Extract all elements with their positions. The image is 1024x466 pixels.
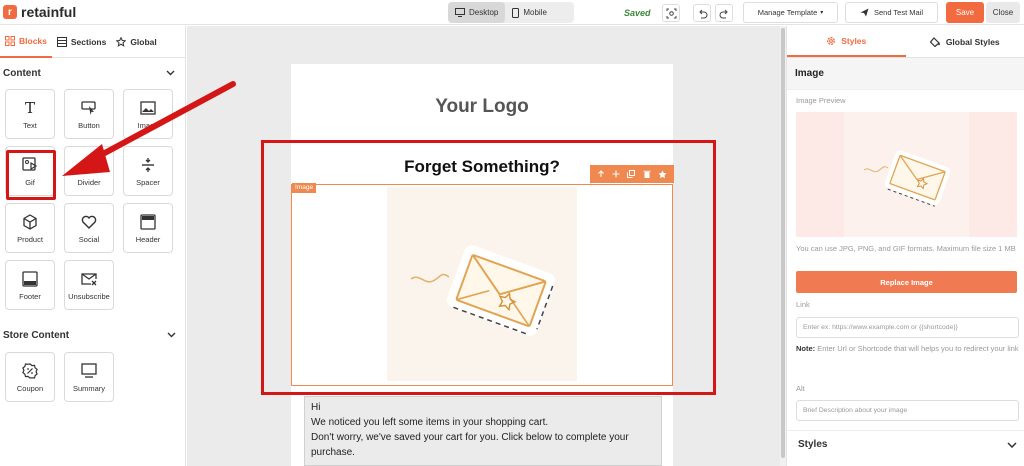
block-header-label: Header (136, 235, 161, 244)
send-test-mail-label: Send Test Mail (874, 8, 923, 17)
body-line-1: Hi (311, 400, 655, 415)
mobile-label: Mobile (523, 8, 547, 17)
tab-sections[interactable]: Sections (52, 26, 111, 58)
body-line-3: Don't worry, we've saved your cart for y… (311, 430, 655, 445)
scrollbar-thumb[interactable] (781, 28, 785, 458)
discount-badge-icon (22, 363, 38, 379)
sections-icon (57, 37, 67, 47)
redo-icon (719, 8, 730, 19)
tab-styles[interactable]: Styles (787, 26, 906, 57)
image-preview-label: Image Preview (796, 96, 846, 105)
tab-global[interactable]: Global (111, 26, 161, 58)
note-label: Note: (796, 344, 815, 353)
gear-icon (826, 36, 836, 46)
image-preview (796, 112, 1017, 237)
block-social-label: Social (79, 235, 99, 244)
footer-icon (22, 271, 38, 287)
block-coupon[interactable]: Coupon (5, 352, 55, 402)
redo-button[interactable] (715, 4, 733, 22)
mail-x-icon (81, 272, 97, 286)
desktop-button[interactable]: Desktop (448, 2, 505, 23)
left-tabs: Blocks Sections Global (0, 26, 185, 58)
envelope-thumbnail-icon (844, 112, 969, 237)
styles-accordion[interactable]: Styles (787, 430, 1024, 458)
email-body-text[interactable]: Hi We noticed you left some items in you… (304, 396, 662, 466)
top-bar: r retainful Desktop Mobile Saved Manage … (0, 0, 1024, 25)
block-product[interactable]: Product (5, 203, 55, 253)
block-product-label: Product (17, 235, 43, 244)
heart-icon (81, 215, 97, 229)
block-header[interactable]: Header (123, 203, 173, 253)
saved-status: Saved (624, 8, 651, 18)
right-panel: Styles Global Styles Image Image Preview… (786, 26, 1024, 466)
mobile-button[interactable]: Mobile (505, 2, 554, 23)
preview-button[interactable] (662, 4, 680, 22)
tab-styles-label: Styles (841, 36, 866, 46)
note-text: Enter Url or Shortcode that will helps y… (815, 344, 1018, 353)
link-note: Note: Enter Url or Shortcode that will h… (796, 343, 1020, 355)
send-test-mail-button[interactable]: Send Test Mail (845, 2, 938, 23)
manage-template-button[interactable]: Manage Template ▾ (743, 2, 838, 23)
block-unsubscribe-label: Unsubscribe (68, 292, 110, 301)
eye-scan-icon (666, 8, 677, 19)
store-content-section-header[interactable]: Store Content (0, 320, 186, 350)
block-footer[interactable]: Footer (5, 260, 55, 310)
body-line-2: We noticed you left some items in your s… (311, 415, 655, 430)
image-preview-inner (844, 112, 969, 237)
logo-text: retainful (21, 4, 76, 20)
tab-blocks[interactable]: Blocks (0, 26, 52, 58)
send-icon (860, 8, 869, 17)
manage-template-label: Manage Template (758, 8, 817, 17)
phone-icon (512, 8, 519, 18)
replace-image-button[interactable]: Replace Image (796, 271, 1017, 293)
panel-section-title: Image (787, 58, 1024, 90)
chevron-down-icon (1007, 442, 1017, 448)
styles-accordion-label: Styles (798, 439, 827, 450)
block-coupon-label: Coupon (17, 384, 43, 393)
box-icon (22, 214, 38, 230)
desktop-label: Desktop (469, 8, 498, 17)
body-line-4: purchase. (311, 445, 655, 460)
block-footer-label: Footer (19, 292, 41, 301)
annotation-arrow-icon (40, 72, 280, 202)
link-label: Link (796, 300, 810, 309)
undo-icon (697, 8, 708, 19)
block-summary[interactable]: Summary (64, 352, 114, 402)
block-social[interactable]: Social (64, 203, 114, 253)
save-button[interactable]: Save (946, 2, 984, 23)
caret-down-icon: ▾ (820, 9, 823, 16)
chevron-down-icon (167, 332, 176, 338)
close-button[interactable]: Close (986, 2, 1020, 23)
block-unsubscribe[interactable]: Unsubscribe (64, 260, 114, 310)
block-summary-label: Summary (73, 384, 105, 393)
tab-global-label: Global (130, 37, 156, 47)
star-icon (116, 37, 126, 47)
image-format-hint: You can use JPG, PNG, and GIF formats. M… (796, 243, 1020, 255)
paint-bucket-icon (930, 37, 941, 47)
tab-global-styles[interactable]: Global Styles (906, 26, 1024, 57)
tab-global-styles-label: Global Styles (946, 37, 1000, 47)
email-logo[interactable]: Your Logo (291, 96, 673, 118)
undo-button[interactable] (693, 4, 711, 22)
right-tabs: Styles Global Styles (787, 26, 1024, 58)
device-toggle: Desktop Mobile (448, 2, 574, 23)
app-logo: r retainful (3, 4, 76, 20)
link-input[interactable]: Enter ex: https://www.example.com or {{s… (796, 317, 1019, 338)
alt-input[interactable]: Brief Description about your image (796, 400, 1019, 421)
block-text-label: Text (23, 121, 37, 130)
logo-mark: r (3, 5, 17, 19)
tab-sections-label: Sections (71, 37, 106, 47)
grid-icon (5, 36, 15, 46)
monitor-list-icon (81, 363, 97, 378)
alt-label: Alt (796, 384, 805, 393)
text-icon: T (25, 99, 35, 117)
content-heading: Content (3, 68, 41, 79)
tab-blocks-label: Blocks (19, 36, 47, 46)
store-content-heading: Store Content (3, 330, 69, 341)
monitor-icon (455, 8, 465, 17)
header-icon (140, 214, 156, 230)
annotation-highlight-box (261, 140, 716, 395)
